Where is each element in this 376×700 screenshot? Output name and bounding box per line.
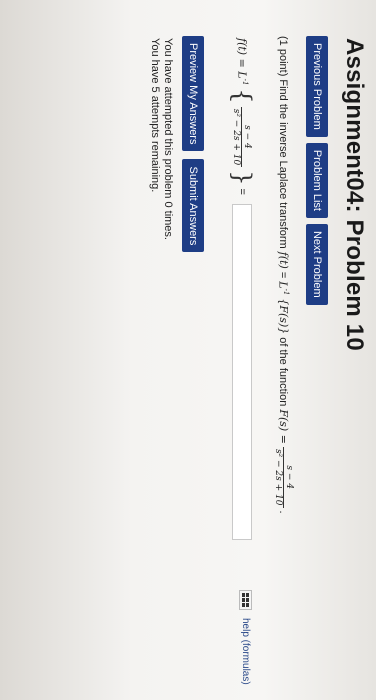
grid-icon[interactable] <box>239 590 252 610</box>
answer-equation: f(t) = L-1 { s − 4 s² − 2s + 10 } = <box>228 38 256 540</box>
problem-list-button[interactable]: Problem List <box>306 142 328 218</box>
submit-answers-button[interactable]: Submit Answers <box>182 159 204 253</box>
preview-answers-button[interactable]: Preview My Answers <box>182 36 204 152</box>
photo-screen: Assignment04: Problem 10 Previous Proble… <box>0 0 376 700</box>
problem-statement: (1 point) Find the inverse Laplace trans… <box>273 36 294 514</box>
answer-input[interactable] <box>232 203 252 540</box>
of-function-text: of the function <box>277 337 290 407</box>
laplace-symbol: L-1 <box>276 281 291 296</box>
previous-problem-button[interactable]: Previous Problem <box>306 36 328 137</box>
given-denominator: s² − 2s + 10 <box>273 446 284 508</box>
webwork-page: Assignment04: Problem 10 Previous Proble… <box>0 0 376 700</box>
help-area: help (formulas) <box>239 590 252 685</box>
prompt-text: Find the inverse Laplace transform <box>277 79 290 249</box>
Fs-eq: F(s) = <box>277 409 290 444</box>
equation-fraction: s − 4 s² − 2s + 10 <box>231 106 253 168</box>
prompt-period: . <box>277 510 290 514</box>
answer-actions: Preview My Answers Submit Answers <box>182 36 204 253</box>
equation-numerator: s − 4 <box>242 125 253 149</box>
attempted-text: You have attempted this problem 0 times. <box>162 38 174 240</box>
equation-denominator: s² − 2s + 10 <box>231 106 243 168</box>
equation-equals: = <box>236 188 248 195</box>
help-formulas-link[interactable]: help (formulas) <box>240 618 251 685</box>
attempt-status: You have attempted this problem 0 times.… <box>148 38 174 240</box>
equation-lhs: f(t) = L-1 <box>235 38 249 86</box>
remaining-text: You have 5 attempts remaining. <box>149 38 161 193</box>
problem-nav: Previous Problem Problem List Next Probl… <box>306 36 328 305</box>
next-problem-button[interactable]: Next Problem <box>306 223 328 305</box>
given-fraction: s − 4 s² − 2s + 10 <box>273 446 294 508</box>
given-numerator: s − 4 <box>284 465 294 490</box>
ft-symbol: f(t) <box>277 251 290 269</box>
points-label: (1 point) <box>277 36 290 77</box>
equals-sign: = <box>277 271 290 279</box>
Fs-symbol: {F(s)} <box>277 298 290 335</box>
page-title: Assignment04: Problem 10 <box>341 38 368 351</box>
left-brace: { <box>228 88 256 104</box>
right-brace: } <box>228 170 256 186</box>
